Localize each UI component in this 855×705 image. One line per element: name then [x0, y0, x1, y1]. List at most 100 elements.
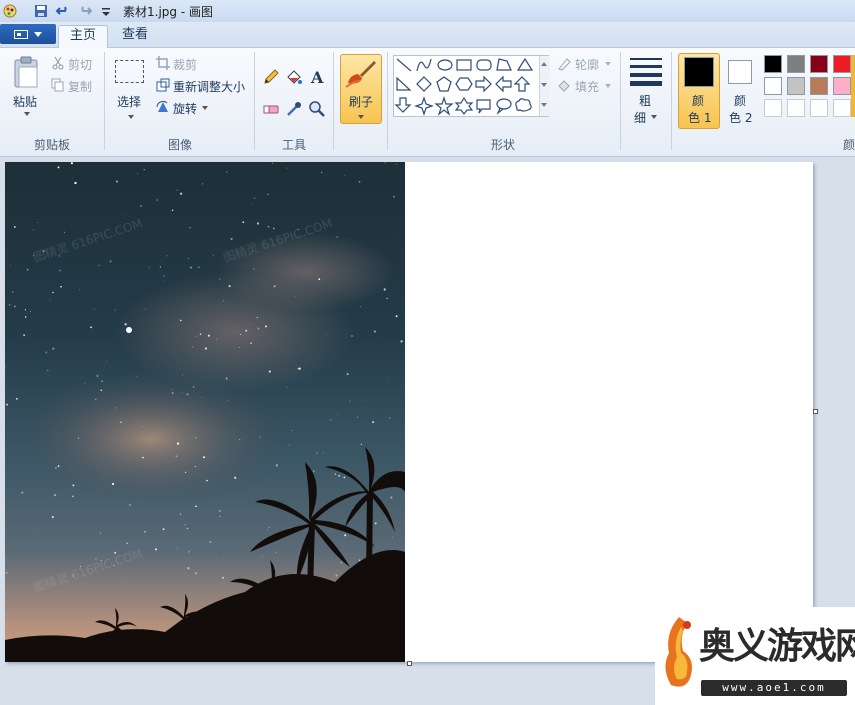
outline-icon [558, 58, 571, 71]
ribbon-divider [333, 52, 334, 150]
save-icon[interactable] [33, 3, 49, 19]
size-line-thick [630, 73, 662, 77]
down-arrow-shape-icon[interactable] [394, 97, 412, 113]
diamond-shape-icon[interactable] [416, 76, 432, 92]
title-bar: 素材1.jpg - 画图 [0, 0, 855, 23]
right-arrow-shape-icon[interactable] [475, 75, 492, 93]
hexagon-shape-icon[interactable] [455, 77, 473, 91]
palette-color-swatch[interactable] [787, 55, 805, 73]
scroll-down-icon[interactable] [541, 83, 547, 87]
file-menu-button[interactable] [0, 24, 56, 44]
select-dropdown-icon[interactable] [128, 115, 134, 119]
palette-color-swatch[interactable] [810, 77, 828, 95]
fill-icon[interactable] [285, 68, 303, 86]
curve-shape-icon[interactable] [416, 58, 432, 72]
six-point-star-shape-icon[interactable] [454, 96, 474, 115]
copy-button[interactable]: 复制 [68, 78, 92, 95]
left-arrow-shape-icon[interactable] [495, 75, 512, 93]
crop-button[interactable]: 裁剪 [173, 56, 197, 73]
palette-color-swatch[interactable] [787, 77, 805, 95]
fill-button[interactable]: 填充 [575, 78, 599, 95]
size-line-thickest [630, 81, 662, 86]
size-label-line2: 细 [634, 111, 647, 125]
shapes-gallery-grid [394, 57, 534, 116]
magnifier-icon[interactable] [308, 100, 326, 118]
brushes-label: 刷子 [349, 95, 374, 109]
site-name: 奥义游戏网 [699, 625, 855, 667]
cloud-callout-shape-icon[interactable] [515, 98, 532, 112]
text-icon[interactable]: A [308, 68, 326, 86]
palette-edge [851, 55, 855, 117]
oval-callout-shape-icon[interactable] [496, 98, 512, 115]
redo-icon[interactable] [77, 3, 93, 19]
shapes-group-label: 形状 [490, 138, 515, 152]
oval-shape-icon[interactable] [437, 59, 453, 71]
eraser-icon[interactable] [262, 100, 280, 118]
up-arrow-shape-icon[interactable] [513, 76, 531, 92]
site-watermark: 奥义游戏网 www.aoe1.com [655, 607, 855, 705]
size-line-medium [630, 65, 662, 68]
palette-color-swatch[interactable] [787, 99, 805, 117]
fill-shape-icon [558, 80, 570, 92]
color2-swatch[interactable] [728, 60, 752, 84]
gallery-expand-icon[interactable] [541, 103, 547, 107]
five-point-star-shape-icon[interactable] [434, 96, 454, 116]
color1-label-line1: 颜 [692, 94, 705, 108]
pasted-photo[interactable]: 图精灵 616PIC.COM 图精灵 616PIC.COM 图精灵 616PIC… [5, 162, 405, 662]
quick-access-dropdown-icon[interactable] [98, 3, 114, 19]
canvas-resize-handle-bottom[interactable] [407, 661, 412, 666]
palette-color-swatch[interactable] [810, 99, 828, 117]
ribbon-divider [254, 52, 255, 150]
four-point-star-shape-icon[interactable] [414, 96, 434, 116]
rounded-callout-shape-icon[interactable] [476, 99, 491, 114]
color2-label-line2[interactable]: 色 2 [729, 109, 752, 126]
cut-button[interactable]: 剪切 [68, 56, 92, 73]
ribbon-divider [620, 52, 621, 150]
tab-home[interactable]: 主页 [58, 25, 108, 48]
ribbon-divider [104, 52, 105, 150]
palette-color-swatch[interactable] [833, 55, 851, 73]
ribbon-divider [387, 52, 388, 150]
select-icon[interactable] [115, 60, 144, 83]
undo-icon[interactable] [55, 3, 71, 19]
paint-app-icon [3, 4, 17, 18]
tools-group-label: 工具 [281, 138, 306, 152]
scissors-icon [52, 56, 64, 70]
resize-button[interactable]: 重新调整大小 [173, 78, 245, 95]
paste-button-label[interactable]: 粘贴 [13, 93, 37, 110]
palette-color-swatch[interactable] [810, 55, 828, 73]
paste-icon[interactable] [12, 55, 42, 89]
night-sky-image: 图精灵 616PIC.COM 图精灵 616PIC.COM 图精灵 616PIC… [5, 162, 405, 662]
color2-label-line1[interactable]: 颜 [734, 92, 746, 109]
select-button-label[interactable]: 选择 [117, 93, 141, 110]
color-picker-icon[interactable] [285, 100, 303, 118]
rotate-button[interactable]: 旋转 [173, 100, 197, 117]
palette-color-swatch[interactable] [764, 77, 782, 95]
rectangle-shape-icon[interactable] [456, 59, 472, 71]
canvas-resize-handle-right[interactable] [813, 409, 818, 414]
size-line-thin [630, 58, 662, 60]
triangle-shape-icon[interactable] [516, 57, 534, 71]
rotate-dropdown-icon[interactable] [202, 106, 208, 110]
color1-label-line2: 色 1 [688, 111, 712, 125]
scroll-up-icon[interactable] [541, 62, 547, 66]
fill-dropdown-icon[interactable] [605, 84, 611, 88]
color1-swatch [684, 57, 714, 87]
palette-color-swatch[interactable] [833, 77, 851, 95]
palette-color-swatch[interactable] [764, 55, 782, 73]
palette-color-swatch[interactable] [764, 99, 782, 117]
outline-button[interactable]: 轮廓 [575, 56, 599, 73]
line-shape-icon[interactable] [396, 58, 412, 72]
paste-dropdown-icon[interactable] [24, 112, 30, 116]
pentagon-shape-icon[interactable] [436, 76, 452, 92]
outline-dropdown-icon[interactable] [605, 62, 611, 66]
tab-view[interactable]: 查看 [112, 25, 158, 47]
rounded-rectangle-shape-icon[interactable] [476, 59, 492, 71]
right-triangle-shape-icon[interactable] [396, 76, 412, 91]
size-dropdown-icon[interactable] [651, 115, 657, 119]
rotate-icon [156, 100, 168, 112]
polygon-shape-icon[interactable] [496, 58, 512, 71]
palette-color-swatch[interactable] [833, 99, 851, 117]
brushes-dropdown-icon[interactable] [358, 115, 364, 119]
pencil-icon[interactable] [262, 68, 280, 86]
